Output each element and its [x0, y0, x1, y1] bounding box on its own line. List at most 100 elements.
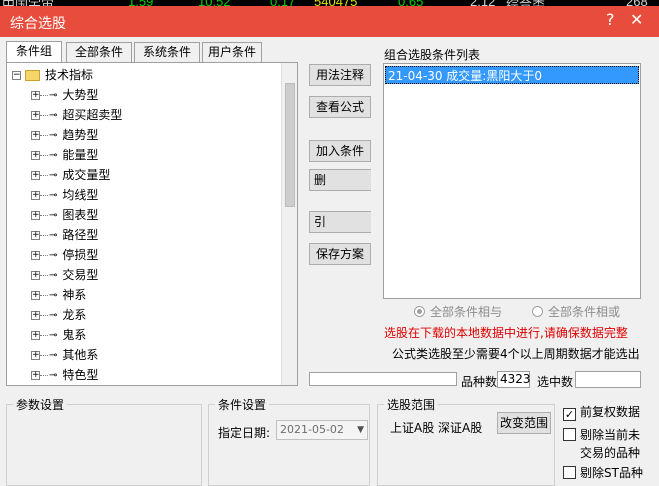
key-icon: ⊸ [49, 189, 58, 201]
tree-root[interactable]: − 技术指标 [12, 65, 93, 85]
tree-item[interactable]: + ⊸ 均线型 [31, 185, 98, 205]
tree-item-label: 交易型 [62, 268, 99, 282]
checkmark-icon: ✓ [563, 408, 576, 421]
expand-icon[interactable]: + [31, 151, 40, 160]
condition-settings-group: 条件设置 [208, 396, 370, 486]
key-icon: ⊸ [49, 149, 58, 161]
key-icon: ⊸ [49, 369, 58, 381]
tab-condition-group[interactable]: 条件组 [6, 41, 62, 63]
condition-list-label: 组合选股条件列表 [384, 48, 481, 62]
tree-item[interactable]: + ⊸ 停损型 [31, 245, 98, 265]
condition-list[interactable]: 21-04-30 成交量:黑阳大于0 [383, 63, 641, 299]
tree-item-label: 其他系 [62, 348, 99, 362]
title-bar[interactable]: 综合选股 ? ✕ [0, 6, 659, 37]
tree-item-label: 超买超卖型 [62, 108, 123, 122]
tree-item[interactable]: + ⊸ 鬼系 [31, 325, 86, 345]
key-icon: ⊸ [49, 289, 58, 301]
change-scope-button[interactable]: 改变范围 [497, 412, 551, 434]
key-icon: ⊸ [49, 249, 58, 261]
key-icon: ⊸ [49, 109, 58, 121]
usage-notes-button[interactable]: 用法注释 [309, 64, 371, 86]
tree-item[interactable]: + ⊸ 交易型 [31, 265, 98, 285]
date-label: 指定日期: [218, 426, 271, 440]
date-value: 2021-05-02 [280, 423, 344, 436]
expand-icon[interactable]: + [31, 191, 40, 200]
tree-item-label: 图表型 [62, 208, 99, 222]
tree-item[interactable]: + ⊸ 路径型 [31, 225, 98, 245]
key-icon: ⊸ [49, 89, 58, 101]
stock-screener-dialog: 综合选股 ? ✕ 条件组 全部条件 系统条件 用户条件 − 技术指标 + ⊸ 大势型 … [0, 6, 659, 486]
tree-item[interactable]: + ⊸ 其他系 [31, 345, 98, 365]
view-formula-button[interactable]: 查看公式 [309, 96, 371, 118]
tab-user-conditions[interactable]: 用户条件 [202, 42, 262, 62]
local-data-warning: 选股在下载的本地数据中进行,请确保数据完整 [384, 326, 628, 340]
tree-item-label: 神系 [62, 288, 87, 302]
expand-icon[interactable]: + [31, 171, 40, 180]
tree-item[interactable]: + ⊸ 超买超卖型 [31, 105, 122, 125]
exclude-suspended-checkbox[interactable]: 剔除当前未 [563, 426, 640, 443]
delete-condition-button[interactable]: 删 [309, 169, 371, 191]
forward-adjust-checkbox[interactable]: ✓ 前复权数据 [563, 403, 640, 421]
expand-icon[interactable]: + [31, 91, 40, 100]
radio-off-icon [532, 306, 543, 317]
tree-item-label: 路径型 [62, 228, 99, 242]
collapse-icon[interactable]: − [12, 71, 21, 80]
tab-all-conditions[interactable]: 全部条件 [66, 42, 132, 62]
tree-item[interactable]: + ⊸ 成交量型 [31, 165, 110, 185]
selected-count-label: 选中数 [537, 375, 574, 389]
key-icon: ⊸ [49, 269, 58, 281]
exclude-suspended-label-2: 交易的品种 [580, 446, 641, 460]
indicator-tree[interactable]: − 技术指标 + ⊸ 大势型 + ⊸ 超买超卖型 + ⊸ 趋势型 + ⊸ 能量型 + ⊸ 成交量型 +… [6, 62, 298, 386]
expand-icon[interactable]: + [31, 231, 40, 240]
tree-item[interactable]: + ⊸ 趋势型 [31, 125, 98, 145]
expand-icon[interactable]: + [31, 331, 40, 340]
expand-icon[interactable]: + [31, 131, 40, 140]
tab-system-conditions[interactable]: 系统条件 [134, 42, 200, 62]
key-icon: ⊸ [49, 349, 58, 361]
folder-icon [25, 70, 40, 81]
expand-icon[interactable]: + [31, 371, 40, 380]
params-group-title: 参数设置 [13, 396, 68, 413]
params-group: 参数设置 [6, 396, 202, 486]
tree-item[interactable]: + ⊸ 特色型 [31, 365, 98, 385]
date-picker[interactable]: 2021-05-02 ▼ [276, 420, 368, 440]
progress-bar [309, 372, 457, 386]
variety-count-value: 4323 [497, 371, 531, 388]
import-plan-button[interactable]: 引 [309, 211, 371, 233]
chevron-down-icon[interactable]: ▼ [357, 421, 364, 439]
radio-on-icon [414, 306, 425, 317]
expand-icon[interactable]: + [31, 271, 40, 280]
key-icon: ⊸ [49, 329, 58, 341]
radio-all-or[interactable]: 全部条件相或 [532, 303, 620, 320]
save-plan-button[interactable]: 保存方案 [309, 243, 371, 265]
key-icon: ⊸ [49, 229, 58, 241]
tree-item[interactable]: + ⊸ 神系 [31, 285, 86, 305]
tree-item-label: 成交量型 [62, 168, 111, 182]
expand-icon[interactable]: + [31, 351, 40, 360]
exclude-st-label: 剔除ST品种 [580, 466, 643, 480]
expand-icon[interactable]: + [31, 291, 40, 300]
radio-all-and[interactable]: 全部条件相与 [414, 303, 502, 320]
condition-list-item[interactable]: 21-04-30 成交量:黑阳大于0 [385, 66, 639, 84]
exclude-st-checkbox[interactable]: 剔除ST品种 [563, 464, 643, 481]
add-condition-button[interactable]: 加入条件 [309, 140, 371, 162]
window-title: 综合选股 [10, 16, 66, 32]
scope-group-title: 选股范围 [384, 396, 439, 413]
expand-icon[interactable]: + [31, 111, 40, 120]
exclude-suspended-label: 剔除当前未 [580, 428, 641, 442]
tree-scrollbar[interactable] [281, 63, 297, 385]
close-icon[interactable]: ✕ [630, 10, 643, 29]
tree-item[interactable]: + ⊸ 图表型 [31, 205, 98, 225]
expand-icon[interactable]: + [31, 311, 40, 320]
tree-item-label: 能量型 [62, 148, 99, 162]
expand-icon[interactable]: + [31, 211, 40, 220]
tree-item[interactable]: + ⊸ 龙系 [31, 305, 86, 325]
scroll-thumb[interactable] [285, 83, 295, 207]
selected-count-value [575, 371, 641, 388]
tree-item[interactable]: + ⊸ 大势型 [31, 85, 98, 105]
tree-root-label: 技术指标 [45, 68, 94, 82]
expand-icon[interactable]: + [31, 251, 40, 260]
key-icon: ⊸ [49, 209, 58, 221]
tree-item[interactable]: + ⊸ 能量型 [31, 145, 98, 165]
help-icon[interactable]: ? [606, 10, 615, 29]
